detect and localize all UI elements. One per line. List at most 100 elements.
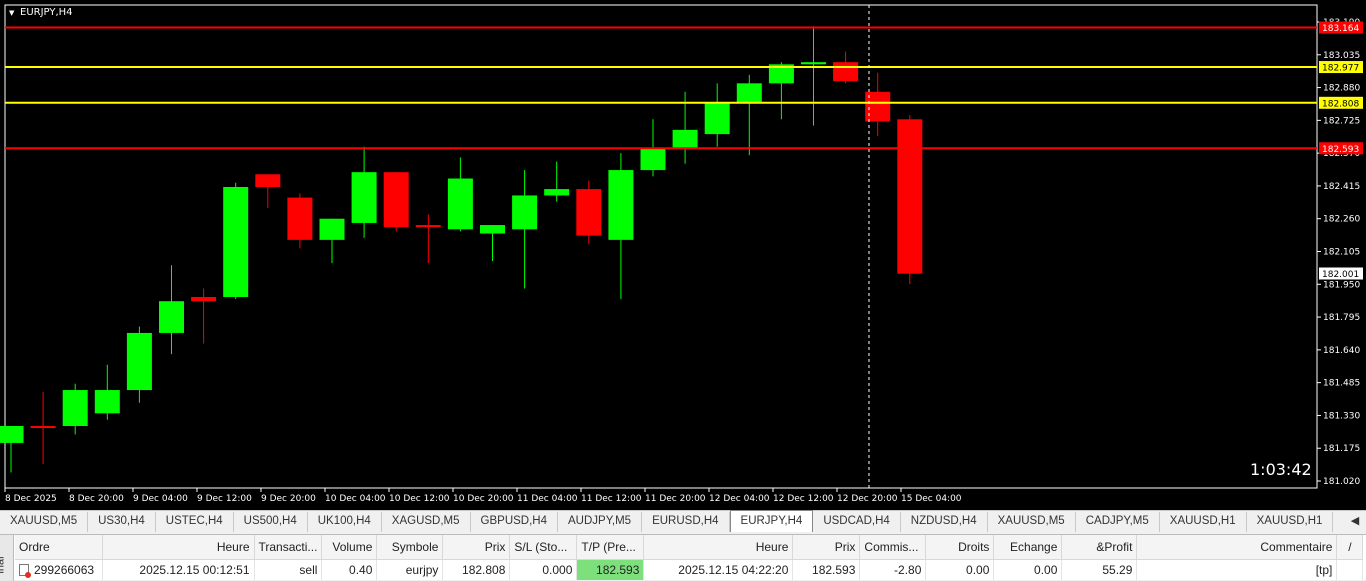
price-chart[interactable]: ▼EURJPY,H4183.190183.035182.880182.72518… xyxy=(0,0,1366,510)
time-tick-label: 9 Dec 20:00 xyxy=(261,494,316,504)
current-price-label: 182.001 xyxy=(1322,270,1359,280)
price-tick-label: 182.105 xyxy=(1323,248,1360,258)
table-row[interactable]: 299266063 2025.12.15 00:12:51 sell 0.40 … xyxy=(15,559,1364,580)
candle-body xyxy=(383,172,409,228)
price-tick-label: 181.175 xyxy=(1323,444,1360,454)
closed-order-icon xyxy=(19,563,31,578)
tab-nzdusd-h4[interactable]: NZDUSD,H4 xyxy=(901,512,988,532)
tab-xauusd-m5-2[interactable]: XAUUSD,M5 xyxy=(988,512,1076,532)
price-tick-label: 182.415 xyxy=(1323,182,1360,192)
terminal-side-text: inal xyxy=(0,556,7,574)
candle-body xyxy=(319,218,345,240)
col-tp[interactable]: T/P (Pre... xyxy=(576,535,645,560)
terminal-side-label[interactable]: inal xyxy=(0,535,14,581)
symbol-menu-icon: ▼ xyxy=(9,9,15,17)
candle-body xyxy=(640,148,666,171)
col-droits[interactable]: Droits xyxy=(925,535,995,560)
time-tick-label: 8 Dec 2025 xyxy=(5,494,57,504)
candle-body xyxy=(833,62,859,82)
candle-body xyxy=(0,426,24,443)
candle-body xyxy=(62,390,88,427)
tab-gbpusd-h4[interactable]: GBPUSD,H4 xyxy=(471,512,558,532)
cell-prix: 182.808 xyxy=(442,559,511,580)
cell-echange: 0.00 xyxy=(993,559,1063,580)
cell-profit: 55.29 xyxy=(1061,559,1138,580)
col-sl[interactable]: S/L (Sto... xyxy=(509,535,578,560)
chart-tabs: XAUUSD,M5 US30,H4 USTEC,H4 US500,H4 UK10… xyxy=(0,510,1366,532)
candle-body xyxy=(30,426,56,429)
candle-body xyxy=(480,225,505,234)
level-label: 182.593 xyxy=(1322,145,1359,155)
level-label: 182.977 xyxy=(1322,64,1359,74)
tab-eurjpy-h4[interactable]: EURJPY,H4 xyxy=(729,510,814,532)
price-tick-label: 181.485 xyxy=(1323,379,1360,389)
candle-body xyxy=(576,189,602,236)
cell-transaction: sell xyxy=(254,559,323,580)
candle-body xyxy=(351,172,377,223)
tab-xauusd-h1-2[interactable]: XAUUSD,H1 xyxy=(1247,512,1334,532)
cell-symbole: eurjpy xyxy=(376,559,444,580)
tab-xauusd-h1[interactable]: XAUUSD,H1 xyxy=(1160,512,1247,532)
price-tick-label: 181.330 xyxy=(1323,411,1360,421)
price-tick-label: 182.260 xyxy=(1323,215,1360,225)
tab-usdcad-h4[interactable]: USDCAD,H4 xyxy=(813,512,901,532)
col-extra[interactable]: / xyxy=(1336,535,1364,560)
candle-body xyxy=(191,296,217,302)
price-tick-label: 181.950 xyxy=(1323,280,1360,290)
cell-extra xyxy=(1336,559,1364,580)
candle-body xyxy=(287,197,313,240)
symbol-label: EURJPY,H4 xyxy=(20,7,73,18)
tab-eurusd-h4[interactable]: EURUSD,H4 xyxy=(642,512,730,532)
cell-heure: 2025.12.15 00:12:51 xyxy=(102,559,255,580)
tab-xagusd-m5[interactable]: XAGUSD,M5 xyxy=(382,512,471,532)
price-tick-label: 181.795 xyxy=(1323,313,1360,323)
candle-body xyxy=(608,170,634,240)
col-commentaire[interactable]: Commentaire xyxy=(1136,535,1338,560)
cell-prix-close: 182.593 xyxy=(792,559,861,580)
tab-ustec-h4[interactable]: USTEC,H4 xyxy=(156,512,234,532)
col-heure-close[interactable]: Heure xyxy=(643,535,794,560)
col-heure[interactable]: Heure xyxy=(102,535,255,560)
tab-uk100-h4[interactable]: UK100,H4 xyxy=(308,512,382,532)
col-symbole[interactable]: Symbole xyxy=(376,535,444,560)
level-label: 182.808 xyxy=(1322,99,1359,109)
time-tick-label: 15 Dec 04:00 xyxy=(901,494,962,504)
time-tick-label: 12 Dec 20:00 xyxy=(837,494,898,504)
price-tick-label: 181.020 xyxy=(1323,477,1360,487)
col-ordre[interactable]: Ordre xyxy=(15,535,103,560)
terminal-panel: inal Ordre Heure Transacti... Volume Sym… xyxy=(0,534,1366,581)
time-tick-label: 9 Dec 04:00 xyxy=(133,494,188,504)
history-table: Ordre Heure Transacti... Volume Symbole … xyxy=(15,535,1364,580)
time-tick-label: 10 Dec 20:00 xyxy=(453,494,514,504)
bar-timer: 1:03:42 xyxy=(1250,460,1312,479)
tabs-scroll-left-icon[interactable]: ◀ xyxy=(1344,512,1366,532)
candle-body xyxy=(223,186,249,297)
price-tick-label: 181.640 xyxy=(1323,346,1360,356)
tab-us30-h4[interactable]: US30,H4 xyxy=(88,512,156,532)
candle-body xyxy=(159,301,184,333)
time-tick-label: 8 Dec 20:00 xyxy=(69,494,124,504)
time-tick-label: 11 Dec 20:00 xyxy=(645,494,706,504)
tab-xauusd-m5[interactable]: XAUUSD,M5 xyxy=(0,512,89,532)
col-profit[interactable]: &Profit xyxy=(1061,535,1138,560)
col-volume[interactable]: Volume xyxy=(321,535,378,560)
candle-body xyxy=(544,189,570,196)
cell-sl: 0.000 xyxy=(509,559,578,580)
tab-audjpy-m5[interactable]: AUDJPY,M5 xyxy=(558,512,643,532)
col-prix[interactable]: Prix xyxy=(442,535,511,560)
chart-canvas[interactable]: ▼EURJPY,H4183.190183.035182.880182.72518… xyxy=(0,0,1366,510)
candle-body xyxy=(447,178,473,230)
col-transaction[interactable]: Transacti... xyxy=(254,535,323,560)
time-tick-label: 12 Dec 04:00 xyxy=(709,494,770,504)
candle-body xyxy=(704,102,730,135)
col-commission[interactable]: Commis... xyxy=(859,535,927,560)
table-header-row: Ordre Heure Transacti... Volume Symbole … xyxy=(15,535,1364,560)
candle-body xyxy=(94,390,120,414)
time-tick-label: 11 Dec 04:00 xyxy=(517,494,578,504)
tab-cadjpy-m5[interactable]: CADJPY,M5 xyxy=(1076,512,1160,532)
level-label: 183.164 xyxy=(1322,24,1359,34)
col-prix-close[interactable]: Prix xyxy=(792,535,861,560)
price-tick-label: 182.880 xyxy=(1323,84,1360,94)
col-echange[interactable]: Echange xyxy=(993,535,1063,560)
tab-us500-h4[interactable]: US500,H4 xyxy=(234,512,308,532)
